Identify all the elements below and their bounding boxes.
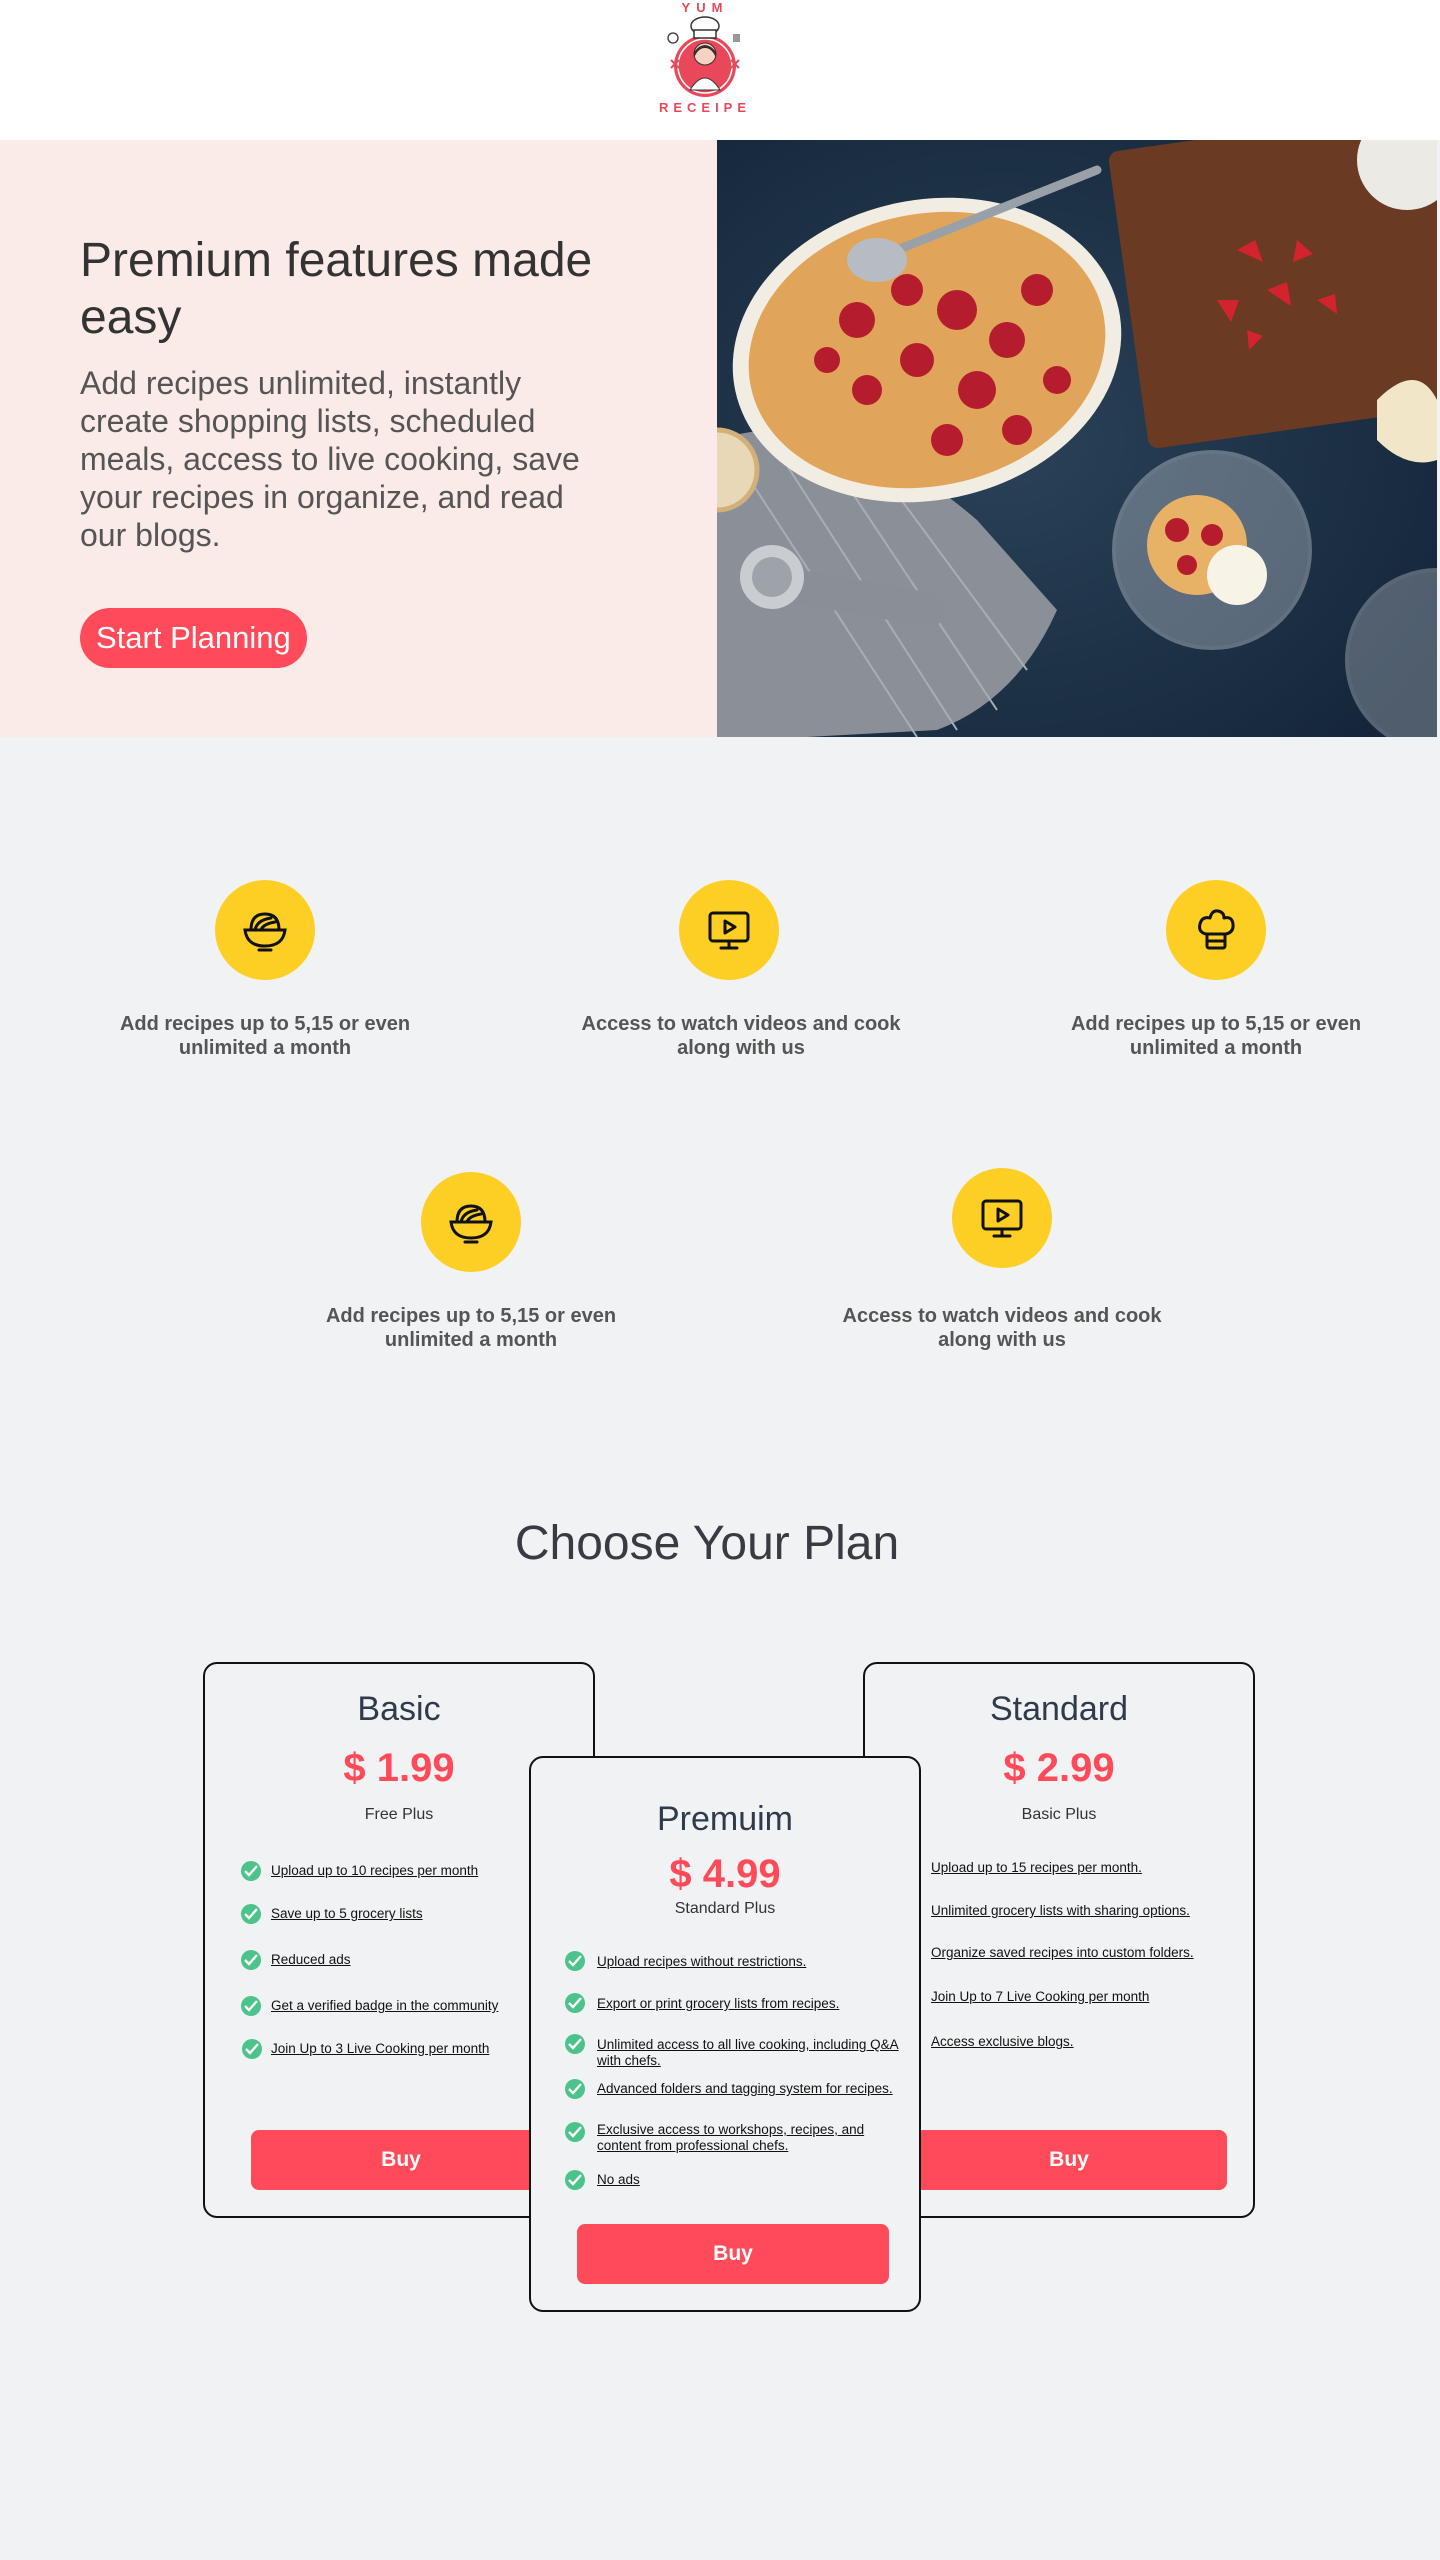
- plan-feature: Export or print grocery lists from recip…: [597, 1996, 840, 2011]
- plan-price: $ 2.99: [1003, 1746, 1115, 1790]
- feature-text: Access to watch videos and cook along wi…: [581, 1013, 901, 1059]
- plan-feature: Exclusive access to workshops, recipes, …: [597, 2122, 865, 2153]
- plan-feature: Unlimited access to all live cooking, in…: [597, 2037, 899, 2068]
- brand-logo[interactable]: YUM RECEIPE: [645, 0, 765, 125]
- plan-card-standard: Standard $ 2.99 Basic Plus Upload up to …: [863, 1662, 1255, 2218]
- plan-feature: Join Up to 3 Live Cooking per month: [271, 2041, 490, 2056]
- check-icon: [241, 1996, 261, 2016]
- logo-text-top: YUM: [681, 0, 729, 15]
- check-icon: [241, 1904, 261, 1924]
- check-icon: [565, 2122, 585, 2142]
- plan-feature: Get a verified badge in the community: [271, 1998, 499, 2013]
- plan-feature: Advanced folders and tagging system for …: [597, 2081, 893, 2096]
- plan-name: Standard: [990, 1690, 1128, 1728]
- plan-feature: Unlimited grocery lists with sharing opt…: [931, 1903, 1190, 1918]
- plan-feature: Upload up to 15 recipes per month.: [931, 1860, 1142, 1875]
- feature-text: Add recipes up to 5,15 or even unlimited…: [325, 1305, 617, 1351]
- plan-feature: No ads: [597, 2172, 640, 2187]
- site-header: YUM RECEIPE: [0, 0, 1440, 140]
- check-icon: [242, 2039, 262, 2059]
- plan-feature: Upload recipes without restrictions.: [597, 1954, 807, 1969]
- plan-name: Basic: [357, 1690, 441, 1728]
- check-icon: [565, 1951, 585, 1971]
- check-icon: [565, 2034, 585, 2054]
- hero-title: Premium features made easy: [80, 234, 593, 344]
- bowl-icon: [421, 1172, 521, 1272]
- check-icon: [565, 1993, 585, 2013]
- tv-play-icon: [952, 1168, 1052, 1268]
- plan-feature: Upload up to 10 recipes per month: [271, 1863, 479, 1878]
- buy-basic-button[interactable]: Buy: [251, 2130, 551, 2190]
- hero-section: Premium features made easy Add recipes u…: [0, 140, 1440, 737]
- strawberry-cobbler-image: [717, 140, 1437, 737]
- plan-feature: Organize saved recipes into custom folde…: [931, 1945, 1194, 1960]
- chef-mascot-icon: [667, 16, 740, 97]
- hero-food-image: [717, 140, 1437, 737]
- feature-text: Add recipes up to 5,15 or even unlimited…: [1070, 1013, 1362, 1059]
- hero-text-panel: Premium features made easy Add recipes u…: [0, 140, 717, 737]
- feature-text: Access to watch videos and cook along wi…: [842, 1305, 1162, 1351]
- chef-hat-icon: [1166, 880, 1266, 980]
- plan-feature: Reduced ads: [271, 1952, 351, 1967]
- buy-standard-button[interactable]: Buy: [911, 2130, 1227, 2190]
- buy-premium-button[interactable]: Buy: [577, 2224, 889, 2284]
- plan-feature: Join Up to 7 Live Cooking per month: [931, 1989, 1150, 2004]
- logo-text-bottom: RECEIPE: [658, 100, 752, 115]
- plans-title: Choose Your Plan: [514, 1517, 900, 1570]
- plan-card-premium: Premuim $ 4.99 Standard Plus Upload reci…: [529, 1756, 921, 2312]
- tv-play-icon: [679, 880, 779, 980]
- plan-feature: Save up to 5 grocery lists: [271, 1906, 423, 1921]
- hero-description: Add recipes unlimited, instantly create …: [80, 365, 580, 553]
- check-icon: [241, 1950, 261, 1970]
- plan-name: Premuim: [656, 1800, 794, 1838]
- plan-price: $ 4.99: [669, 1852, 781, 1896]
- check-icon: [565, 2170, 585, 2190]
- plan-subtitle: Basic Plus: [1021, 1806, 1097, 1823]
- bowl-icon: [215, 880, 315, 980]
- feature-text: Add recipes up to 5,15 or even unlimited…: [119, 1013, 411, 1059]
- check-icon: [241, 1861, 261, 1881]
- start-planning-button[interactable]: Start Planning: [80, 608, 307, 668]
- plan-subtitle: Standard Plus: [674, 1900, 776, 1917]
- check-icon: [565, 2079, 585, 2099]
- plan-feature: Access exclusive blogs.: [931, 2034, 1074, 2049]
